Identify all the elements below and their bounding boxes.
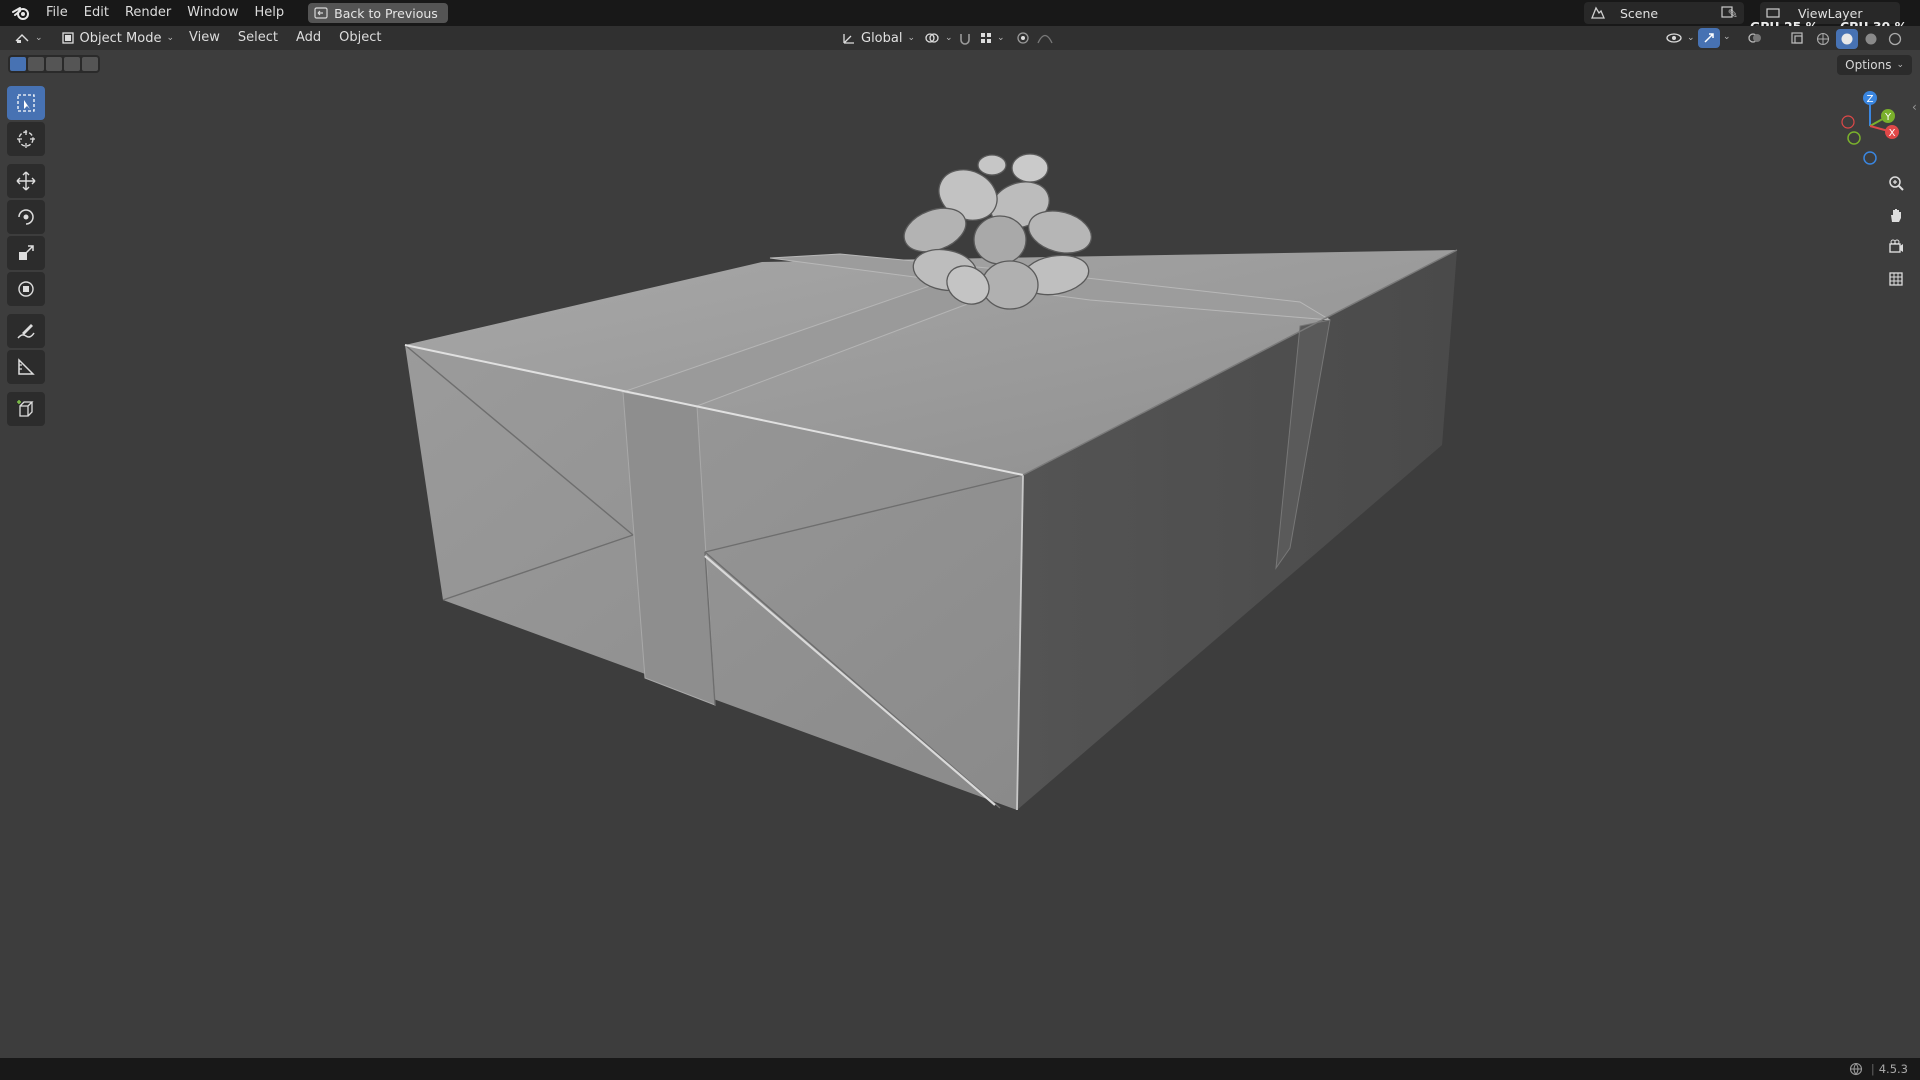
tool-transform[interactable] (7, 272, 45, 306)
orientation-icon (843, 34, 854, 44)
scale-icon (19, 245, 34, 260)
gizmo-toggle-icon[interactable] (1698, 28, 1720, 48)
header-view[interactable]: View (180, 27, 229, 49)
wireframe-shading-icon[interactable] (1812, 29, 1834, 49)
mode-dropdown[interactable]: Object Mode ⌄ (55, 28, 180, 48)
select-new-icon[interactable] (10, 57, 26, 71)
blender-logo-icon[interactable] (10, 2, 32, 24)
select-extend-icon[interactable] (28, 57, 44, 71)
material-shading-icon[interactable] (1860, 29, 1882, 49)
orientation-label: Global (861, 30, 903, 46)
object-mode-icon (61, 32, 74, 44)
select-invert-icon[interactable] (64, 57, 80, 71)
eye-icon (1666, 33, 1682, 43)
grid-icon[interactable] (1882, 266, 1910, 292)
shading-mode-group (1812, 29, 1906, 49)
version-label: 4.5.3 (1878, 1062, 1908, 1076)
network-icon (1849, 1062, 1862, 1076)
rendered-shading-icon[interactable] (1884, 29, 1906, 49)
pivot-dropdown[interactable]: ⌄ (918, 28, 959, 48)
viewport-nav-tools (1882, 170, 1910, 292)
viewport-header: ⌄ Object Mode ⌄ View Select Add Object G… (0, 26, 1920, 50)
mode-label: Object Mode (79, 30, 162, 46)
solid-shading-icon[interactable] (1836, 29, 1858, 49)
scene-name: Scene (1620, 5, 1659, 21)
gizmo-neg-z-handle[interactable] (1863, 151, 1877, 165)
tool-select-box[interactable] (7, 86, 45, 120)
3d-viewport[interactable] (0, 50, 1920, 1058)
tool-add-cube[interactable] (7, 392, 45, 426)
chevron-down-icon: ⌄ (1896, 60, 1904, 70)
chevron-down-icon: ⌄ (997, 33, 1005, 43)
editor-type-icon (15, 34, 29, 43)
gizmo-neg-x-handle[interactable] (1841, 115, 1855, 129)
tool-measure[interactable] (7, 350, 45, 384)
camera-icon[interactable] (1882, 234, 1910, 260)
snap-target-dropdown[interactable]: ⌄ (974, 28, 1011, 48)
top-menu-bar: File Edit Render Window Help Back to Pre… (0, 0, 1920, 34)
header-select[interactable]: Select (229, 27, 287, 49)
tool-annotate[interactable] (7, 314, 45, 348)
gift-box-model[interactable] (404, 153, 1458, 811)
tool-cursor[interactable] (7, 122, 45, 156)
gizmo-x-label: X (1889, 128, 1896, 139)
xray-toggle-icon[interactable] (1786, 28, 1808, 48)
back-icon (314, 7, 328, 19)
gizmo-y-label: Y (1884, 112, 1892, 123)
rotate-icon (18, 209, 34, 225)
cursor-icon (17, 130, 35, 148)
left-toolbar (7, 86, 47, 428)
chevron-down-icon: ⌄ (1687, 33, 1695, 43)
gizmo-neg-y-handle[interactable] (1847, 131, 1861, 145)
sidebar-toggle-icon[interactable]: ‹ (1912, 100, 1920, 116)
select-subtract-icon[interactable] (46, 57, 62, 71)
select-intersect-icon[interactable] (82, 57, 98, 71)
overlay-toggle-icon[interactable] (1744, 28, 1766, 48)
zoom-icon[interactable] (1882, 170, 1910, 196)
move-icon (16, 171, 36, 191)
menu-help[interactable]: Help (247, 2, 293, 24)
status-bar: | 4.5.3 (0, 1058, 1920, 1080)
new-scene-icon[interactable] (1716, 2, 1738, 22)
chevron-down-icon: ⌄ (166, 33, 174, 43)
snap-toggle-icon[interactable] (954, 28, 976, 48)
snap-grid-icon (981, 33, 991, 43)
view-layer-icon (1760, 6, 1786, 20)
chevron-down-icon: ⌄ (945, 33, 953, 43)
editor-type-dropdown[interactable]: ⌄ (8, 28, 49, 48)
menu-edit[interactable]: Edit (76, 2, 117, 24)
pan-hand-icon[interactable] (1882, 202, 1910, 228)
tool-rotate[interactable] (7, 200, 45, 234)
gizmo-z-label: Z (1867, 94, 1874, 105)
add-cube-icon (17, 400, 34, 417)
select-box-icon (17, 94, 35, 112)
menu-render[interactable]: Render (117, 2, 179, 24)
transform-orientation-dropdown[interactable]: Global ⌄ (836, 28, 921, 48)
navigation-gizmo[interactable]: Z Y X (1834, 86, 1906, 166)
pivot-icon (925, 33, 939, 43)
transform-icon (18, 281, 34, 297)
measure-icon (18, 358, 35, 375)
tool-scale[interactable] (7, 236, 45, 270)
back-to-previous-button[interactable]: Back to Previous (308, 3, 448, 23)
chevron-down-icon[interactable]: ⌄ (1723, 32, 1731, 42)
menu-window[interactable]: Window (179, 2, 246, 24)
select-mode-group (8, 55, 100, 73)
status-divider: | (1870, 1062, 1875, 1076)
scene-icon (1584, 6, 1612, 20)
tool-move[interactable] (7, 164, 45, 198)
chevron-down-icon: ⌄ (35, 33, 43, 43)
back-button-label: Back to Previous (334, 5, 438, 21)
falloff-icon[interactable] (1034, 28, 1056, 48)
header-add[interactable]: Add (287, 27, 330, 49)
options-label: Options (1845, 58, 1892, 72)
annotate-icon (17, 324, 35, 339)
options-dropdown[interactable]: Options ⌄ (1837, 55, 1912, 75)
header-object[interactable]: Object (330, 27, 390, 49)
menu-file[interactable]: File (38, 2, 76, 24)
proportional-edit-icon[interactable] (1012, 28, 1034, 48)
visibility-dropdown[interactable]: ⌄ (1660, 28, 1701, 48)
chevron-down-icon: ⌄ (907, 33, 916, 43)
